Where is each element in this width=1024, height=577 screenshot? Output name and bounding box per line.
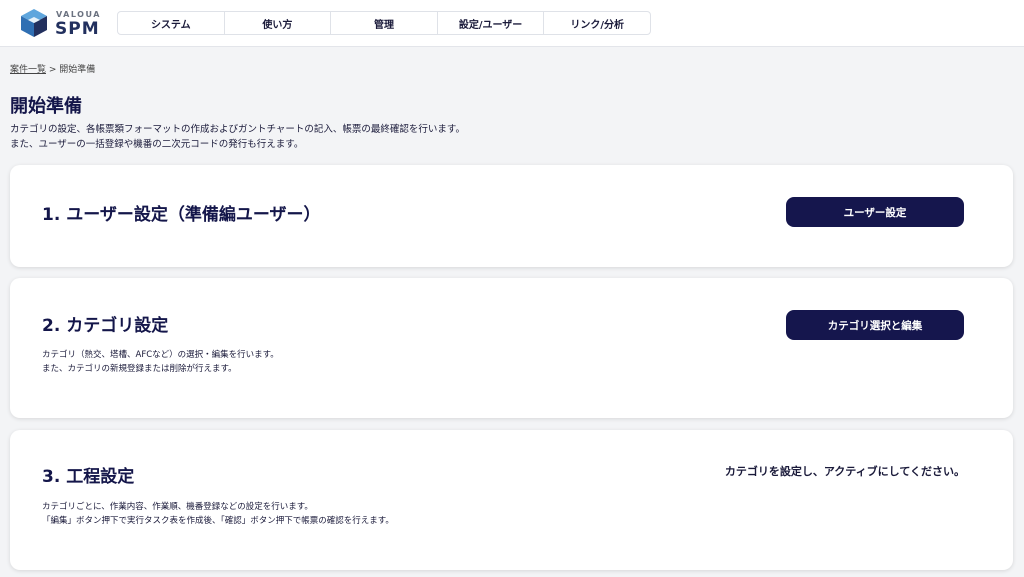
top-header: VALOUA SPM システム 使い方 管理 設定/ユーザー リンク/分析 bbox=[0, 0, 1024, 47]
section-card-process-settings: 3. 工程設定 カテゴリごとに、作業内容、作業順、機番登録などの設定を行います。… bbox=[10, 430, 1013, 570]
section-title: 1. ユーザー設定（準備編ユーザー） bbox=[42, 205, 321, 225]
section-title: 2. カテゴリ設定 bbox=[42, 316, 169, 336]
page-desc-line2: また、ユーザーの一括登録や機番の二次元コードの発行も行えます。 bbox=[10, 139, 304, 150]
user-settings-button[interactable]: ユーザー設定 bbox=[786, 197, 964, 227]
section-card-user-settings: 1. ユーザー設定（準備編ユーザー） ユーザー設定 bbox=[10, 165, 1013, 267]
page-title: 開始準備 bbox=[10, 96, 82, 117]
page-desc-line1: カテゴリの設定、各帳票類フォーマットの作成およびガントチャートの記入、帳票の最終… bbox=[10, 124, 465, 135]
category-select-edit-button[interactable]: カテゴリ選択と編集 bbox=[786, 310, 964, 340]
section-description: カテゴリ（熱交、塔槽、AFCなど）の選択・編集を行います。 また、カテゴリの新規… bbox=[42, 348, 279, 376]
nav-item-usage[interactable]: 使い方 bbox=[225, 12, 332, 34]
section-title: 3. 工程設定 bbox=[42, 467, 135, 487]
breadcrumb-current: 開始準備 bbox=[59, 65, 96, 75]
nav-item-management[interactable]: 管理 bbox=[331, 12, 438, 34]
section-description: カテゴリごとに、作業内容、作業順、機番登録などの設定を行います。 「編集」ボタン… bbox=[42, 500, 394, 528]
section-desc-line2: 「編集」ボタン押下で実行タスク表を作成後、「確認」ボタン押下で帳票の確認を行えま… bbox=[42, 516, 394, 526]
nav-item-links-analysis[interactable]: リンク/分析 bbox=[544, 12, 650, 34]
nav-item-settings-users[interactable]: 設定/ユーザー bbox=[438, 12, 545, 34]
section-desc-line1: カテゴリ（熱交、塔槽、AFCなど）の選択・編集を行います。 bbox=[42, 350, 279, 360]
nav-item-system[interactable]: システム bbox=[118, 12, 225, 34]
brand-big: SPM bbox=[55, 19, 100, 39]
main-nav: システム 使い方 管理 設定/ユーザー リンク/分析 bbox=[117, 11, 651, 35]
breadcrumb: 案件一覧 > 開始準備 bbox=[10, 62, 95, 75]
activation-notice: カテゴリを設定し、アクティブにしてください。 bbox=[724, 465, 965, 478]
app-logo[interactable]: VALOUA SPM bbox=[19, 8, 107, 40]
section-desc-line2: また、カテゴリの新規登録または削除が行えます。 bbox=[42, 364, 237, 374]
section-desc-line1: カテゴリごとに、作業内容、作業順、機番登録などの設定を行います。 bbox=[42, 502, 313, 512]
page-description: カテゴリの設定、各帳票類フォーマットの作成およびガントチャートの記入、帳票の最終… bbox=[10, 122, 465, 152]
cube-logo-icon bbox=[21, 9, 47, 37]
breadcrumb-link-projects[interactable]: 案件一覧 bbox=[10, 65, 46, 75]
section-card-category-settings: 2. カテゴリ設定 カテゴリ（熱交、塔槽、AFCなど）の選択・編集を行います。 … bbox=[10, 278, 1013, 418]
breadcrumb-separator: > bbox=[46, 65, 60, 75]
brand-small: VALOUA bbox=[56, 10, 101, 19]
